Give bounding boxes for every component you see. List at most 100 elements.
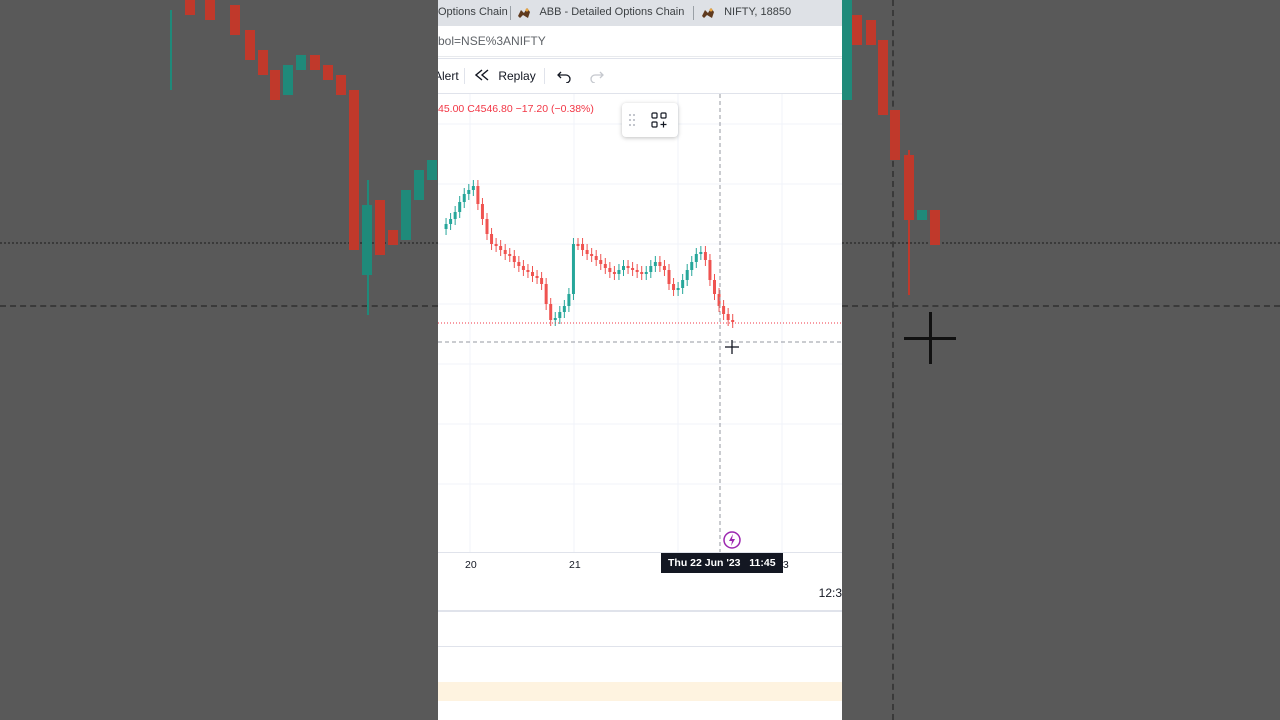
bg-candle <box>917 210 927 220</box>
tab-nifty[interactable]: NIFTY, 18850 <box>701 0 791 26</box>
bg-candle <box>230 5 240 35</box>
candle-body <box>471 186 475 190</box>
crosshair-date: Thu 22 Jun '23 <box>668 557 741 569</box>
candle-body <box>708 260 712 280</box>
tab-abb-options-chain[interactable]: ABB - Detailed Options Chain <box>517 0 684 26</box>
candle-body <box>699 252 703 254</box>
bg-candle <box>427 160 437 180</box>
bg-candle <box>205 0 215 20</box>
candle-body <box>480 204 484 219</box>
address-text: bol=NSE%3ANIFTY <box>438 34 546 48</box>
bg-candle <box>349 90 359 250</box>
candle-body <box>458 202 462 212</box>
candle-body <box>553 318 557 320</box>
bg-candle <box>336 75 346 95</box>
crosshair <box>438 94 842 552</box>
candle-body <box>558 312 562 318</box>
chart-pane[interactable]: 45.00 C4546.80 −17.20 (−0.38%) <box>438 94 842 552</box>
candle-body <box>617 270 621 274</box>
candle-body <box>453 212 457 219</box>
alert-button[interactable]: Alert <box>438 59 459 93</box>
toolbar-separator <box>464 68 465 84</box>
crosshair-time-label: Thu 22 Jun '23 11:45 <box>661 553 783 573</box>
bg-candle <box>388 230 398 245</box>
candle-body <box>494 244 498 246</box>
candle-body <box>672 284 676 290</box>
undo-icon <box>557 69 571 84</box>
redo-button[interactable] <box>590 59 604 93</box>
toolbar-separator <box>544 68 545 84</box>
address-bar[interactable]: bol=NSE%3ANIFTY <box>438 26 842 57</box>
bull-logo-icon <box>517 5 531 19</box>
bg-wick <box>170 10 172 90</box>
candle-body <box>521 266 525 270</box>
candle-body <box>535 276 539 278</box>
replay-button[interactable]: Replay <box>474 59 536 94</box>
bg-candle <box>930 210 940 245</box>
undo-button[interactable] <box>557 59 571 93</box>
candle-body <box>531 272 534 276</box>
candle-body <box>585 250 589 254</box>
candle-body <box>681 280 685 288</box>
candle-body <box>526 270 530 272</box>
bg-candle <box>866 20 876 45</box>
candle-body <box>499 246 503 250</box>
bg-candle <box>852 15 862 45</box>
bg-crosshair-line <box>842 305 1280 307</box>
bg-candle <box>362 205 372 275</box>
tab-options-chain[interactable]: Options Chain <box>438 0 508 26</box>
bg-candle <box>185 0 195 15</box>
candle-body <box>649 266 653 272</box>
candle-body <box>608 268 612 272</box>
divider <box>438 646 842 647</box>
candle-body <box>594 256 598 260</box>
time-axis[interactable]: 20 21 23 Thu 22 Jun '23 11:45 <box>438 552 842 579</box>
bg-crosshair-cursor <box>904 312 956 364</box>
bg-candle <box>310 55 320 70</box>
candle-body <box>476 186 480 204</box>
candle-body <box>576 244 580 246</box>
replay-icon <box>474 60 489 94</box>
event-lightning-icon <box>723 531 741 549</box>
candle-body <box>590 254 594 256</box>
floating-widget[interactable] <box>622 103 678 137</box>
candle-body <box>462 194 466 202</box>
bottom-panel: 12:3 <box>438 578 842 720</box>
bg-candle <box>890 110 900 160</box>
candlestick-chart[interactable] <box>438 94 842 552</box>
candle-body <box>503 250 507 254</box>
candle-body <box>690 262 694 270</box>
bg-candle <box>283 65 293 95</box>
crosshair-time: 11:45 <box>749 557 776 569</box>
candle-body <box>444 224 448 229</box>
candle-body <box>694 254 698 262</box>
candle-body <box>658 262 662 266</box>
bg-candle <box>245 30 255 60</box>
candle-body <box>622 266 625 270</box>
time-tick-label: 20 <box>465 559 477 571</box>
candle-body <box>644 272 648 274</box>
candle-body <box>722 306 726 314</box>
bg-candle <box>323 65 333 80</box>
bull-logo-icon <box>701 5 715 19</box>
candle-body <box>612 272 616 274</box>
alert-label: Alert <box>438 69 459 83</box>
bg-candle <box>878 40 888 115</box>
candle-body <box>603 264 607 268</box>
candle-body <box>544 284 548 304</box>
ohlc-legend: 45.00 C4546.80 −17.20 (−0.38%) <box>438 103 594 115</box>
candle-body <box>599 260 603 264</box>
time-tick-label: 21 <box>569 559 581 571</box>
candle-body <box>571 244 575 294</box>
candle-body <box>467 190 471 194</box>
candle-body <box>567 294 571 306</box>
candle-body <box>549 304 553 320</box>
candle-body <box>667 270 671 284</box>
candle-body <box>703 252 707 260</box>
timezone-clock[interactable]: 12:3 <box>819 586 842 600</box>
candle-body <box>726 314 730 320</box>
bg-candle <box>401 190 411 240</box>
bg-crosshair-line <box>0 305 438 307</box>
candle-body <box>631 268 635 270</box>
candle-body <box>685 270 689 280</box>
